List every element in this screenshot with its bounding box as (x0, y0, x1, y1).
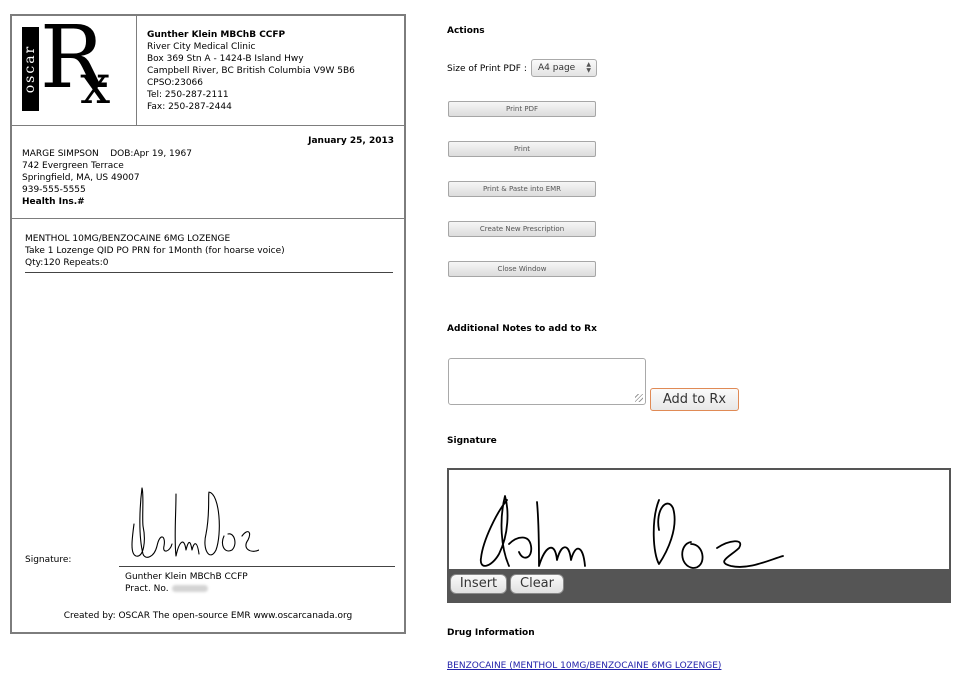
oscar-rx-logo: oscar R x (12, 8, 137, 125)
patient-info: MARGE SIMPSON DOB:Apr 19, 1967 742 Everg… (22, 148, 192, 208)
clinic-cpso: CPSO:23066 (147, 78, 204, 88)
clinic-tel: Tel: 250-287-2111 (147, 90, 229, 100)
logo-oscar-text: oscar (22, 44, 38, 94)
print-paste-button[interactable]: Print & Paste into EMR (448, 181, 596, 197)
additional-notes-header: Additional Notes to add to Rx (447, 324, 597, 334)
close-window-button[interactable]: Close Window (448, 261, 596, 277)
patient-phone: 939-555-5555 (22, 185, 86, 195)
signature-label: Signature: (25, 555, 72, 565)
print-size-label: Size of Print PDF : (447, 64, 527, 74)
logo-x-letter: x (80, 53, 111, 116)
rx-body: MENTHOL 10MG/BENZOCAINE 6MG LOZENGE Take… (12, 218, 404, 634)
drug-name: MENTHOL 10MG/BENZOCAINE 6MG LOZENGE (25, 234, 231, 244)
clinic-fax: Fax: 250-287-2444 (147, 102, 232, 112)
drug-instructions: Take 1 Lozenge QID PO PRN for 1Month (fo… (25, 246, 285, 256)
print-button[interactable]: Print (448, 141, 596, 157)
print-size-select[interactable]: A4 page ▲ ▼ (531, 59, 597, 77)
rx-footer: Created by: OSCAR The open-source EMR ww… (63, 611, 353, 621)
create-new-prescription-button[interactable]: Create New Prescription (448, 221, 596, 237)
resize-grip-icon[interactable] (635, 394, 643, 402)
health-ins-label: Health Ins.# (22, 197, 85, 207)
clinic-address-1: Box 369 Stn A - 1424-B Island Hwy (147, 54, 304, 64)
actions-header: Actions (447, 26, 485, 36)
signature-drawing (479, 495, 784, 569)
signature-image (131, 487, 259, 558)
prescriber-info: Gunther Klein MBChB CCFP Pract. No. (125, 571, 248, 595)
rx-date: January 25, 2013 (308, 136, 394, 146)
redacted-pract-number (171, 585, 208, 592)
print-pdf-button[interactable]: Print PDF (448, 101, 596, 117)
drug-divider (25, 272, 393, 273)
insert-signature-button[interactable]: Insert (450, 574, 507, 594)
doctor-name: Gunther Klein MBChB CCFP (147, 30, 286, 40)
pract-no: Pract. No. (125, 583, 248, 595)
clinic-address-2: Campbell River, BC British Columbia V9W … (147, 66, 355, 76)
patient-address-2: Springfield, MA, US 49007 (22, 173, 140, 183)
rx-patient-section: January 25, 2013 MARGE SIMPSON DOB:Apr 1… (12, 125, 404, 219)
drug-details: MENTHOL 10MG/BENZOCAINE 6MG LOZENGE Take… (25, 233, 285, 269)
additional-notes-textarea[interactable] (448, 358, 646, 405)
rx-header: oscar R x Gunther Klein MBChB CCFP River… (12, 8, 404, 126)
signature-toolbar: Insert Clear (449, 569, 949, 601)
clear-signature-button[interactable]: Clear (510, 574, 564, 594)
pract-no-label: Pract. No. (125, 584, 169, 594)
drug-info-link[interactable]: BENZOCAINE (MENTHOL 10MG/BENZOCAINE 6MG … (447, 661, 721, 671)
prescription-page: oscar R x Gunther Klein MBChB CCFP River… (10, 8, 406, 634)
signature-pad[interactable]: Insert Clear (447, 468, 951, 603)
patient-address-1: 742 Evergreen Terrace (22, 161, 124, 171)
drug-qty: Qty:120 Repeats:0 (25, 258, 109, 268)
clinic-name: River City Medical Clinic (147, 42, 256, 52)
add-to-rx-button[interactable]: Add to Rx (650, 388, 739, 411)
patient-name-dob: MARGE SIMPSON DOB:Apr 19, 1967 (22, 149, 192, 159)
drug-information-header: Drug Information (447, 628, 535, 638)
signature-header: Signature (447, 436, 497, 446)
clinic-info: Gunther Klein MBChB CCFP River City Medi… (147, 29, 355, 113)
print-size-value: A4 page (538, 63, 576, 73)
prescriber-name: Gunther Klein MBChB CCFP (125, 572, 248, 582)
up-down-arrows-icon: ▲ ▼ (586, 61, 591, 74)
signature-line (119, 566, 395, 567)
